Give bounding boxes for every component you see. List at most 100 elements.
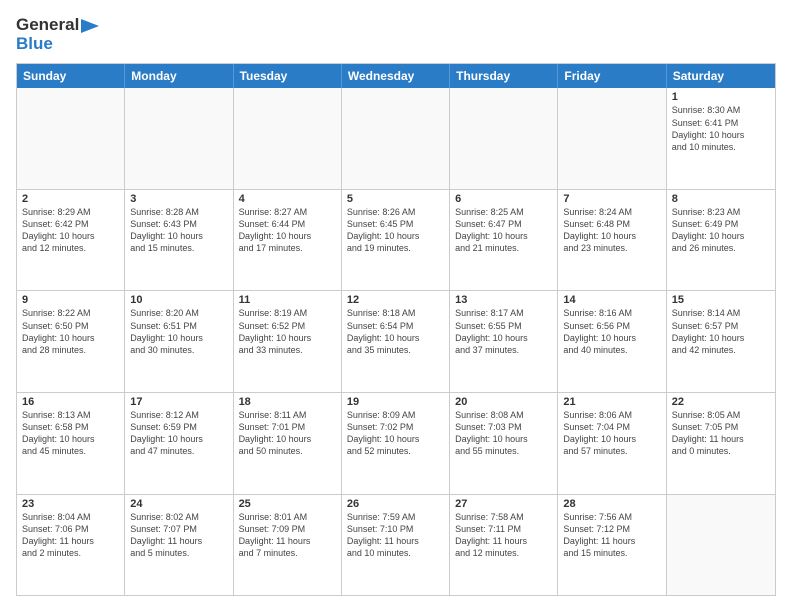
day-number: 11 <box>239 294 336 306</box>
calendar-cell: 28Sunrise: 7:56 AM Sunset: 7:12 PM Dayli… <box>558 495 666 596</box>
cell-info: Sunrise: 8:11 AM Sunset: 7:01 PM Dayligh… <box>239 409 336 458</box>
day-number: 13 <box>455 294 552 306</box>
day-number: 10 <box>130 294 227 306</box>
day-number: 21 <box>563 396 660 408</box>
cell-info: Sunrise: 8:14 AM Sunset: 6:57 PM Dayligh… <box>672 307 770 356</box>
day-number: 16 <box>22 396 119 408</box>
calendar-cell: 20Sunrise: 8:08 AM Sunset: 7:03 PM Dayli… <box>450 393 558 494</box>
day-number: 19 <box>347 396 444 408</box>
calendar-cell <box>342 88 450 189</box>
calendar-cell: 3Sunrise: 8:28 AM Sunset: 6:43 PM Daylig… <box>125 190 233 291</box>
day-number: 4 <box>239 193 336 205</box>
calendar: SundayMondayTuesdayWednesdayThursdayFrid… <box>16 63 776 596</box>
day-number: 25 <box>239 498 336 510</box>
day-number: 9 <box>22 294 119 306</box>
cell-info: Sunrise: 8:29 AM Sunset: 6:42 PM Dayligh… <box>22 206 119 255</box>
day-number: 6 <box>455 193 552 205</box>
calendar-cell: 10Sunrise: 8:20 AM Sunset: 6:51 PM Dayli… <box>125 291 233 392</box>
calendar-cell: 24Sunrise: 8:02 AM Sunset: 7:07 PM Dayli… <box>125 495 233 596</box>
cell-info: Sunrise: 8:16 AM Sunset: 6:56 PM Dayligh… <box>563 307 660 356</box>
calendar-row: 16Sunrise: 8:13 AM Sunset: 6:58 PM Dayli… <box>17 393 775 495</box>
cell-info: Sunrise: 8:27 AM Sunset: 6:44 PM Dayligh… <box>239 206 336 255</box>
cell-info: Sunrise: 8:30 AM Sunset: 6:41 PM Dayligh… <box>672 104 770 153</box>
cell-info: Sunrise: 8:08 AM Sunset: 7:03 PM Dayligh… <box>455 409 552 458</box>
cell-info: Sunrise: 8:24 AM Sunset: 6:48 PM Dayligh… <box>563 206 660 255</box>
cell-info: Sunrise: 8:05 AM Sunset: 7:05 PM Dayligh… <box>672 409 770 458</box>
calendar-cell: 5Sunrise: 8:26 AM Sunset: 6:45 PM Daylig… <box>342 190 450 291</box>
calendar-cell <box>17 88 125 189</box>
calendar-cell <box>667 495 775 596</box>
cell-info: Sunrise: 8:02 AM Sunset: 7:07 PM Dayligh… <box>130 511 227 560</box>
calendar-cell: 18Sunrise: 8:11 AM Sunset: 7:01 PM Dayli… <box>234 393 342 494</box>
calendar-cell: 15Sunrise: 8:14 AM Sunset: 6:57 PM Dayli… <box>667 291 775 392</box>
day-number: 23 <box>22 498 119 510</box>
calendar-row: 2Sunrise: 8:29 AM Sunset: 6:42 PM Daylig… <box>17 190 775 292</box>
calendar-cell: 1Sunrise: 8:30 AM Sunset: 6:41 PM Daylig… <box>667 88 775 189</box>
calendar-cell: 6Sunrise: 8:25 AM Sunset: 6:47 PM Daylig… <box>450 190 558 291</box>
calendar-row: 9Sunrise: 8:22 AM Sunset: 6:50 PM Daylig… <box>17 291 775 393</box>
day-number: 1 <box>672 91 770 103</box>
weekday-header: Thursday <box>450 64 558 88</box>
logo: General Blue <box>16 16 99 53</box>
day-number: 20 <box>455 396 552 408</box>
cell-info: Sunrise: 8:06 AM Sunset: 7:04 PM Dayligh… <box>563 409 660 458</box>
calendar-cell: 26Sunrise: 7:59 AM Sunset: 7:10 PM Dayli… <box>342 495 450 596</box>
calendar-cell: 7Sunrise: 8:24 AM Sunset: 6:48 PM Daylig… <box>558 190 666 291</box>
calendar-cell: 8Sunrise: 8:23 AM Sunset: 6:49 PM Daylig… <box>667 190 775 291</box>
calendar-cell: 27Sunrise: 7:58 AM Sunset: 7:11 PM Dayli… <box>450 495 558 596</box>
calendar-row: 23Sunrise: 8:04 AM Sunset: 7:06 PM Dayli… <box>17 495 775 596</box>
calendar-header: SundayMondayTuesdayWednesdayThursdayFrid… <box>17 64 775 88</box>
cell-info: Sunrise: 8:17 AM Sunset: 6:55 PM Dayligh… <box>455 307 552 356</box>
calendar-cell <box>234 88 342 189</box>
day-number: 14 <box>563 294 660 306</box>
day-number: 28 <box>563 498 660 510</box>
day-number: 12 <box>347 294 444 306</box>
cell-info: Sunrise: 8:19 AM Sunset: 6:52 PM Dayligh… <box>239 307 336 356</box>
day-number: 24 <box>130 498 227 510</box>
weekday-header: Monday <box>125 64 233 88</box>
cell-info: Sunrise: 8:23 AM Sunset: 6:49 PM Dayligh… <box>672 206 770 255</box>
calendar-cell: 16Sunrise: 8:13 AM Sunset: 6:58 PM Dayli… <box>17 393 125 494</box>
day-number: 17 <box>130 396 227 408</box>
cell-info: Sunrise: 7:58 AM Sunset: 7:11 PM Dayligh… <box>455 511 552 560</box>
cell-info: Sunrise: 8:04 AM Sunset: 7:06 PM Dayligh… <box>22 511 119 560</box>
cell-info: Sunrise: 7:59 AM Sunset: 7:10 PM Dayligh… <box>347 511 444 560</box>
calendar-cell: 19Sunrise: 8:09 AM Sunset: 7:02 PM Dayli… <box>342 393 450 494</box>
cell-info: Sunrise: 8:12 AM Sunset: 6:59 PM Dayligh… <box>130 409 227 458</box>
cell-info: Sunrise: 8:01 AM Sunset: 7:09 PM Dayligh… <box>239 511 336 560</box>
calendar-cell <box>450 88 558 189</box>
calendar-cell: 17Sunrise: 8:12 AM Sunset: 6:59 PM Dayli… <box>125 393 233 494</box>
day-number: 26 <box>347 498 444 510</box>
day-number: 3 <box>130 193 227 205</box>
day-number: 27 <box>455 498 552 510</box>
cell-info: Sunrise: 8:13 AM Sunset: 6:58 PM Dayligh… <box>22 409 119 458</box>
cell-info: Sunrise: 8:18 AM Sunset: 6:54 PM Dayligh… <box>347 307 444 356</box>
calendar-cell: 13Sunrise: 8:17 AM Sunset: 6:55 PM Dayli… <box>450 291 558 392</box>
calendar-cell: 11Sunrise: 8:19 AM Sunset: 6:52 PM Dayli… <box>234 291 342 392</box>
day-number: 15 <box>672 294 770 306</box>
calendar-cell: 14Sunrise: 8:16 AM Sunset: 6:56 PM Dayli… <box>558 291 666 392</box>
weekday-header: Friday <box>558 64 666 88</box>
cell-info: Sunrise: 8:26 AM Sunset: 6:45 PM Dayligh… <box>347 206 444 255</box>
day-number: 5 <box>347 193 444 205</box>
logo-text: General Blue <box>16 16 99 53</box>
day-number: 7 <box>563 193 660 205</box>
cell-info: Sunrise: 7:56 AM Sunset: 7:12 PM Dayligh… <box>563 511 660 560</box>
calendar-cell: 22Sunrise: 8:05 AM Sunset: 7:05 PM Dayli… <box>667 393 775 494</box>
weekday-header: Tuesday <box>234 64 342 88</box>
calendar-cell: 2Sunrise: 8:29 AM Sunset: 6:42 PM Daylig… <box>17 190 125 291</box>
calendar-body: 1Sunrise: 8:30 AM Sunset: 6:41 PM Daylig… <box>17 88 775 595</box>
cell-info: Sunrise: 8:09 AM Sunset: 7:02 PM Dayligh… <box>347 409 444 458</box>
day-number: 22 <box>672 396 770 408</box>
weekday-header: Wednesday <box>342 64 450 88</box>
calendar-cell: 12Sunrise: 8:18 AM Sunset: 6:54 PM Dayli… <box>342 291 450 392</box>
cell-info: Sunrise: 8:25 AM Sunset: 6:47 PM Dayligh… <box>455 206 552 255</box>
calendar-cell: 25Sunrise: 8:01 AM Sunset: 7:09 PM Dayli… <box>234 495 342 596</box>
day-number: 18 <box>239 396 336 408</box>
weekday-header: Sunday <box>17 64 125 88</box>
calendar-row: 1Sunrise: 8:30 AM Sunset: 6:41 PM Daylig… <box>17 88 775 190</box>
page-header: General Blue <box>16 16 776 53</box>
calendar-cell: 9Sunrise: 8:22 AM Sunset: 6:50 PM Daylig… <box>17 291 125 392</box>
calendar-cell <box>558 88 666 189</box>
cell-info: Sunrise: 8:22 AM Sunset: 6:50 PM Dayligh… <box>22 307 119 356</box>
